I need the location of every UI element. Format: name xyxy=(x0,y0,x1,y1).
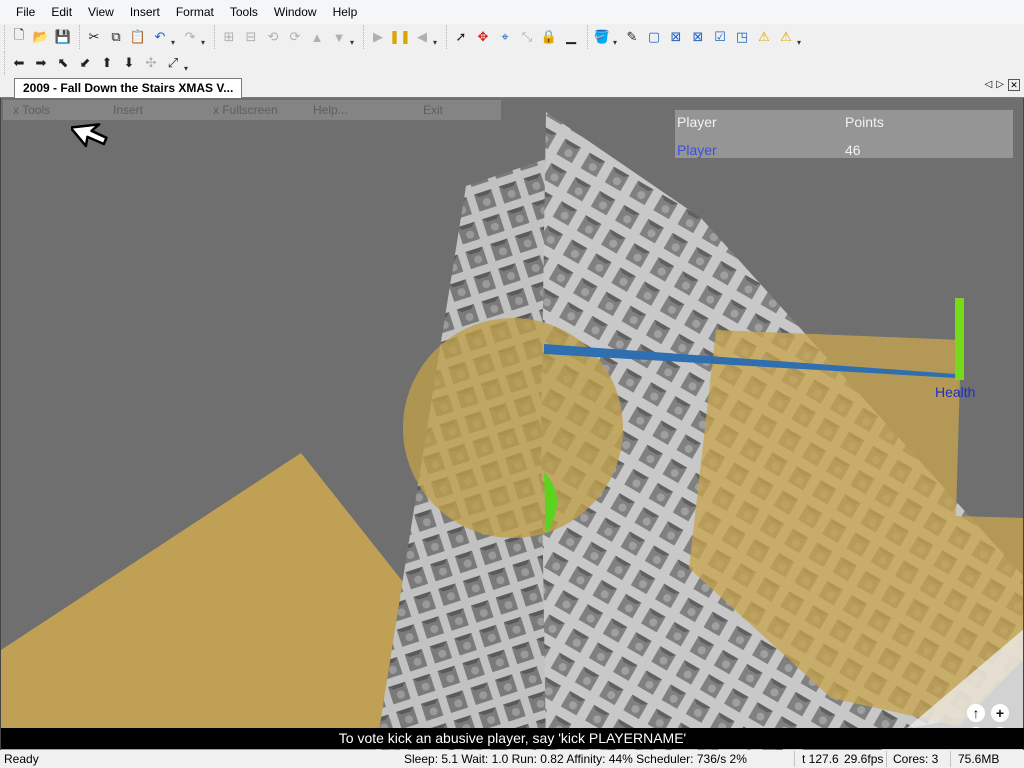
transform-icon[interactable]: ⌖ xyxy=(494,26,516,48)
game-menu-insert[interactable]: Insert xyxy=(113,103,143,117)
status-fps: 29.6fps xyxy=(844,752,884,766)
status-bar: Ready Sleep: 5.1 Wait: 1.0 Run: 0.82 Aff… xyxy=(0,750,1024,768)
box-corner-icon[interactable]: ◳ xyxy=(731,26,753,48)
menu-bar: File Edit View Insert Format Tools Windo… xyxy=(0,0,1024,24)
ground-icon[interactable]: ▁ xyxy=(560,26,582,48)
redo-dropdown-icon[interactable]: ▾ xyxy=(201,27,209,47)
paint-dropdown-icon[interactable]: ▾ xyxy=(613,27,621,47)
arrow-up-icon[interactable]: ⬆ xyxy=(96,52,118,74)
menu-help[interactable]: Help xyxy=(325,2,366,22)
status-divider xyxy=(886,751,887,767)
zoom-in-icon[interactable]: + xyxy=(991,704,1009,722)
status-divider xyxy=(794,751,795,767)
box-check-icon[interactable]: ☑ xyxy=(709,26,731,48)
camera-up-icon[interactable]: ↑ xyxy=(967,704,985,722)
ungroup-icon[interactable]: ⊟ xyxy=(240,26,262,48)
arrow-down-left-icon[interactable]: ⬋ xyxy=(74,52,96,74)
status-divider xyxy=(950,751,951,767)
move-down-icon[interactable]: ▼ xyxy=(328,26,350,48)
game-scene[interactable] xyxy=(1,98,1024,750)
paste-icon[interactable]: 📋 xyxy=(127,26,149,48)
undo-dropdown-icon[interactable]: ▾ xyxy=(171,27,179,47)
arrow-dropdown-icon[interactable]: ▾ xyxy=(184,53,192,73)
arrow-toolbar: ⬅ ➡ ⬉ ⬋ ⬆ ⬇ ✣ ⤢ ▾ xyxy=(0,50,1024,76)
menu-tools[interactable]: Tools xyxy=(222,2,266,22)
new-icon[interactable]: 🗋 xyxy=(8,26,30,48)
health-label: Health xyxy=(935,384,976,400)
arrow-down-icon[interactable]: ⬇ xyxy=(118,52,140,74)
main-toolbar: 🗋 📂 💾 ✂ ⧉ 📋 ↶ ▾ ↷ ▾ ⊞ ⊟ ⟲ ⟳ ▲ ▼ ▾ ▶ ❚❚ ◀ ▾ ➚… xyxy=(0,24,1024,50)
tab-controls: ◁ ▷ ✕ xyxy=(985,79,1020,91)
leaderboard-panel: Player Points Player 46 xyxy=(675,110,1013,158)
redo-icon[interactable]: ↷ xyxy=(179,26,201,48)
menu-edit[interactable]: Edit xyxy=(43,2,80,22)
eyedropper-icon[interactable]: ✎ xyxy=(621,26,643,48)
game-menu-exit[interactable]: Exit xyxy=(423,103,443,117)
warning-up-icon[interactable]: ⚠ xyxy=(753,26,775,48)
health-bar xyxy=(955,298,964,380)
status-performance: Sleep: 5.1 Wait: 1.0 Run: 0.82 Affinity:… xyxy=(404,752,747,766)
lock-icon[interactable]: 🔒 xyxy=(538,26,560,48)
menu-insert[interactable]: Insert xyxy=(122,2,168,22)
move-up-icon[interactable]: ▲ xyxy=(306,26,328,48)
save-icon[interactable]: 💾 xyxy=(52,26,74,48)
box-x-icon[interactable]: ⊠ xyxy=(665,26,687,48)
run-dropdown-icon[interactable]: ▾ xyxy=(433,27,441,47)
cursor-icon xyxy=(71,123,108,148)
menu-file[interactable]: File xyxy=(8,2,43,22)
leaderboard-player-header: Player xyxy=(677,114,717,130)
warning-icon[interactable]: ⚠ xyxy=(775,26,797,48)
status-cores: Cores: 3 xyxy=(893,752,939,766)
document-tab[interactable]: 2009 - Fall Down the Stairs XMAS V... xyxy=(14,78,243,99)
rotate-left-icon[interactable]: ⟲ xyxy=(262,26,284,48)
game-menu-tools[interactable]: x Tools xyxy=(13,103,50,117)
move-icon[interactable]: ✥ xyxy=(472,26,494,48)
scale-icon[interactable]: ⤡ xyxy=(516,26,538,48)
cut-icon[interactable]: ✂ xyxy=(83,26,105,48)
leaderboard-player-points: 46 xyxy=(845,142,861,158)
menu-format[interactable]: Format xyxy=(168,2,222,22)
paint-icon[interactable]: 🪣 xyxy=(591,26,613,48)
copy-icon[interactable]: ⧉ xyxy=(105,26,127,48)
leaderboard-player-name: Player xyxy=(677,142,717,158)
toolbar-overflow-icon[interactable]: ▾ xyxy=(797,27,805,47)
arrow-right-icon[interactable]: ➡ xyxy=(30,52,52,74)
status-time: t 127.6 xyxy=(802,752,839,766)
game-menu-help[interactable]: Help... xyxy=(313,103,348,117)
status-ready: Ready xyxy=(4,752,39,766)
expand-icon[interactable]: ⤢ xyxy=(162,52,184,74)
tab-scroll-right-icon[interactable]: ▷ xyxy=(996,79,1004,91)
game-menu-fullscreen[interactable]: x Fullscreen xyxy=(213,103,278,117)
close-icon[interactable]: ✕ xyxy=(1008,79,1020,91)
step-back-icon[interactable]: ◀ xyxy=(411,26,433,48)
undo-icon[interactable]: ↶ xyxy=(149,26,171,48)
game-viewport[interactable]: x Tools Insert x Fullscreen Help... Exit… xyxy=(0,98,1024,750)
document-tab-strip: 2009 - Fall Down the Stairs XMAS V... ◁ … xyxy=(0,76,1024,99)
rotate-right-icon[interactable]: ⟳ xyxy=(284,26,306,48)
group-icon[interactable]: ⊞ xyxy=(218,26,240,48)
box-x2-icon[interactable]: ⊠ xyxy=(687,26,709,48)
tab-scroll-left-icon[interactable]: ◁ xyxy=(985,79,993,91)
open-icon[interactable]: 📂 xyxy=(30,26,52,48)
menu-window[interactable]: Window xyxy=(266,2,325,22)
move-dropdown-icon[interactable]: ▾ xyxy=(350,27,358,47)
box-icon[interactable]: ▢ xyxy=(643,26,665,48)
play-icon[interactable]: ▶ xyxy=(367,26,389,48)
select-icon[interactable]: ➚ xyxy=(450,26,472,48)
leaderboard-points-header: Points xyxy=(845,114,884,130)
menu-view[interactable]: View xyxy=(80,2,122,22)
pause-icon[interactable]: ❚❚ xyxy=(389,26,411,48)
arrow-left-icon[interactable]: ⬅ xyxy=(8,52,30,74)
status-memory: 75.6MB xyxy=(958,752,1000,766)
crosshair-icon[interactable]: ✣ xyxy=(140,52,162,74)
chat-message-bar: To vote kick an abusive player, say 'kic… xyxy=(0,728,1024,749)
arrow-up-left-icon[interactable]: ⬉ xyxy=(52,52,74,74)
